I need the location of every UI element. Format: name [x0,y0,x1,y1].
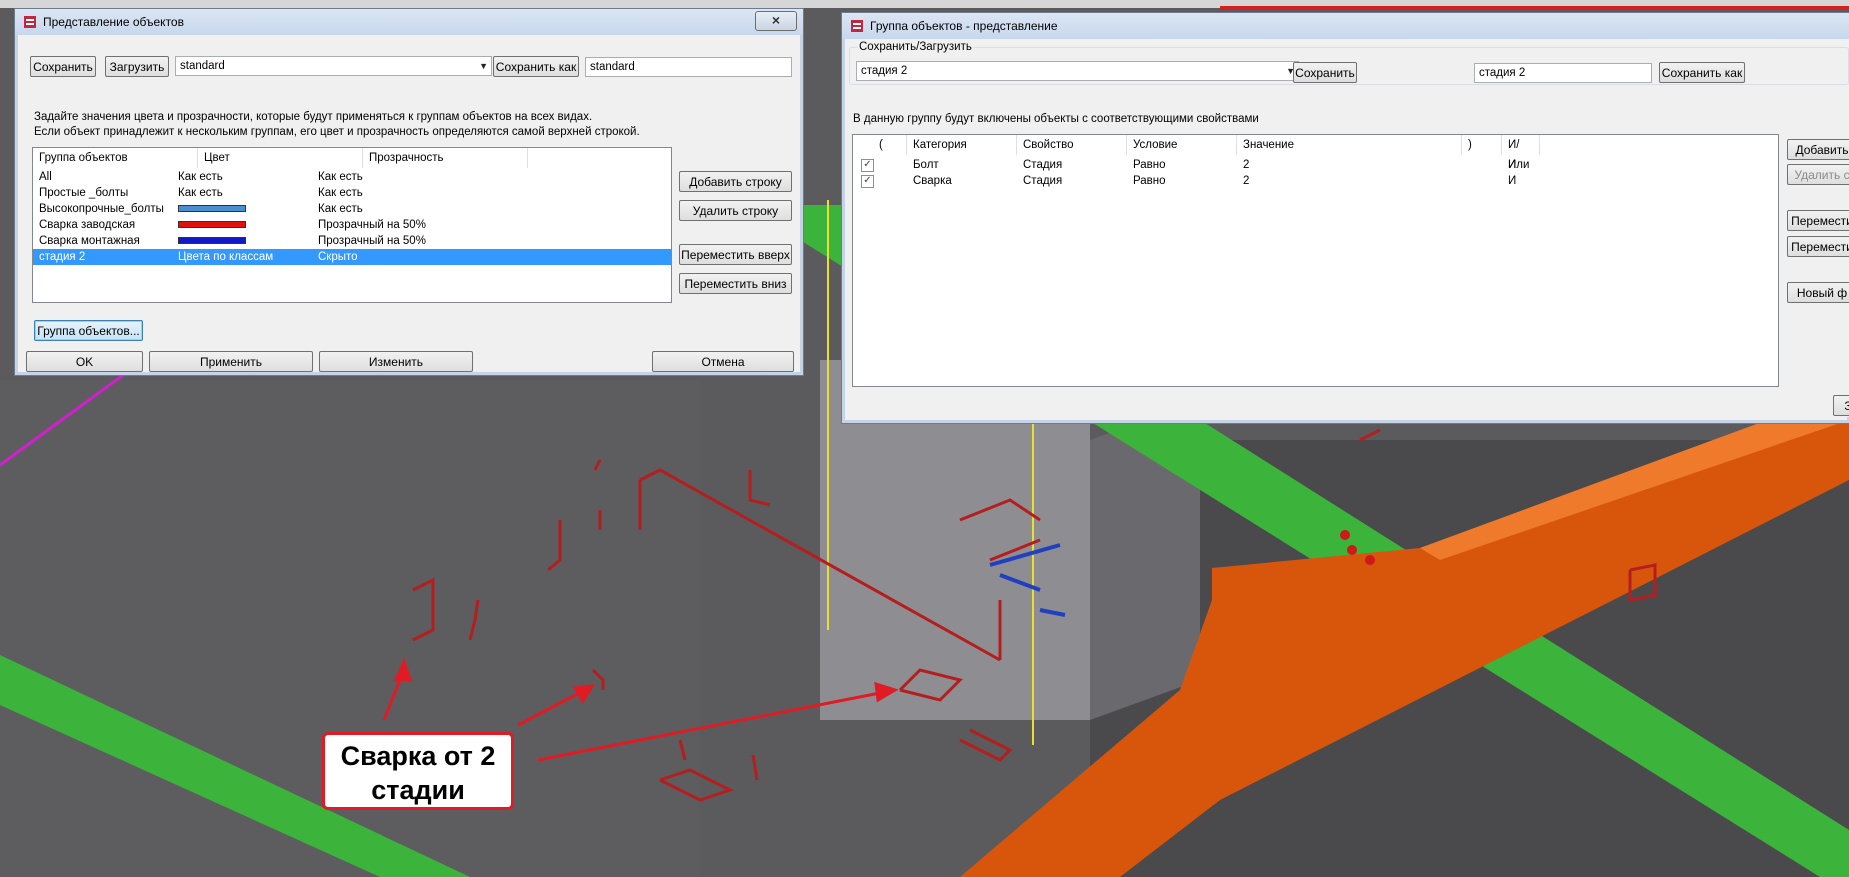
cancel-button[interactable]: Отмена [652,351,794,372]
table-row[interactable]: Сварка монтажная Прозрачный на 50% [33,233,671,249]
save-as-button[interactable]: Сохранить как [493,56,579,77]
color-cell [178,217,338,233]
row-checkbox[interactable]: ✓ [861,159,874,172]
andor-cell: И [1508,159,1517,171]
color-cell: Как есть [178,171,223,183]
move-down-button[interactable]: Перемести [1787,236,1849,257]
modify-button[interactable]: Изменить [319,351,473,372]
transparency-cell: Скрыто [318,251,358,263]
load-button[interactable]: Загрузить [105,56,169,77]
category-cell: Сварка [913,175,952,187]
object-group-button[interactable]: Группа объектов... [34,320,143,341]
description-line-1: Задайте значения цвета и прозрачности, к… [34,111,593,123]
callout-line-2: стадии [371,775,465,805]
description-line-2: Если объект принадлежит к нескольким гру… [34,126,640,138]
group-name-cell: Сварка монтажная [39,235,140,247]
category-cell: Болт [913,159,939,171]
table-row[interactable]: ✓ Сварка Стадия Равно 2 И [853,173,1778,189]
add-condition-button[interactable]: Добавить [1787,139,1849,160]
group-name-cell: Высокопрочные_болты [39,203,164,215]
filter-description: В данную группу будут включены объекты с… [853,113,1259,125]
condition-cell: Равно [1133,175,1166,187]
load-preset-select[interactable]: стадия 2 ▼ [856,61,1299,81]
ok-button[interactable]: OK [26,351,143,372]
row-checkbox[interactable]: ✓ [861,175,874,188]
load-preset-value: standard [180,60,225,72]
save-as-button[interactable]: Сохранить как [1659,62,1745,83]
load-preset-value: стадия 2 [861,65,908,77]
filter-conditions-table[interactable]: ( Категория Свойство Условие Значение ) … [852,134,1779,387]
table-row[interactable]: Простые _болты Как есть Как есть [33,185,671,201]
column-header-close-paren[interactable]: ) [1462,135,1502,155]
save-button[interactable]: Сохранить [30,56,96,77]
color-cell [178,233,338,249]
property-cell: Стадия [1023,175,1063,187]
condition-cell: Равно [1133,159,1166,171]
column-header-empty [528,148,671,168]
property-cell: Стадия [1023,159,1063,171]
group-name-cell: стадия 2 [39,251,86,263]
move-up-button[interactable]: Переместить вверх [679,244,792,265]
save-button[interactable]: Сохранить [1293,62,1357,83]
object-representation-dialog: Представление объектов × Сохранить Загру… [14,8,804,376]
table-row[interactable]: стадия 2 Цвета по классам Скрыто [33,249,671,265]
save-load-groupbox-label: Сохранить/Загрузить [857,41,974,53]
andor-cell: И [1508,175,1517,187]
close-button[interactable]: З [1833,395,1849,416]
chevron-down-icon: ▼ [479,61,488,71]
column-header-open-paren[interactable]: ( [853,135,907,155]
save-as-name-input[interactable]: стадия 2 [1474,63,1652,83]
save-as-name-input[interactable]: standard [585,57,792,77]
transparency-cell: Прозрачный на 50% [318,219,426,231]
column-header-transparency[interactable]: Прозрачность [363,148,528,168]
table-row[interactable]: ✓ Болт Стадия Равно 2 И [853,157,1778,173]
color-cell: Цвета по классам [178,251,274,263]
table-row[interactable]: Сварка заводская Прозрачный на 50% [33,217,671,233]
delete-condition-button[interactable]: Удалить с [1787,164,1849,185]
add-row-button[interactable]: Добавить строку [679,171,792,192]
color-cell [178,201,338,217]
color-cell: Как есть [178,187,223,199]
transparency-cell: Прозрачный на 50% [318,235,426,247]
group-name-cell: Сварка заводская [39,219,136,231]
new-filter-button[interactable]: Новый ф [1787,282,1849,303]
group-name-cell: All [39,171,52,183]
dialog-title: Представление объектов [43,15,184,29]
dialog-title: Группа объектов - представление [870,19,1058,33]
title-bar[interactable]: Группа объектов - представление [842,13,1849,39]
table-row[interactable]: Высокопрочные_болты Как есть [33,201,671,217]
object-groups-table[interactable]: Группа объектов Цвет Прозрачность All Как… [32,147,672,303]
close-icon[interactable]: × [755,11,797,31]
color-swatch [178,221,246,228]
color-swatch [178,205,246,212]
load-preset-select[interactable]: standard ▼ [175,56,492,76]
column-header-condition[interactable]: Условие [1127,135,1237,155]
app-icon [24,16,36,28]
column-header-category[interactable]: Категория [907,135,1017,155]
move-down-button[interactable]: Переместить вниз [679,273,792,294]
transparency-cell: Как есть [318,203,363,215]
column-header-and-or[interactable]: И/Или [1502,135,1540,171]
object-group-representation-dialog: Группа объектов - представление Сохранит… [841,12,1849,424]
table-row[interactable]: All Как есть Как есть [33,169,671,185]
callout-line-1: Сварка от 2 [340,741,496,771]
app-icon [851,20,863,32]
apply-button[interactable]: Применить [149,351,313,372]
move-up-button[interactable]: Перемести [1787,210,1849,231]
column-header-property[interactable]: Свойство [1017,135,1127,155]
transparency-cell: Как есть [318,187,363,199]
column-header-color[interactable]: Цвет [198,148,363,168]
group-name-cell: Простые _болты [39,187,129,199]
delete-row-button[interactable]: Удалить строку [679,200,792,221]
annotation-callout: Сварка от 2 стадии [322,732,514,810]
column-header-group[interactable]: Группа объектов [33,148,198,168]
color-swatch [178,237,246,244]
transparency-cell: Как есть [318,171,363,183]
title-bar[interactable]: Представление объектов × [15,9,803,35]
value-cell: 2 [1243,175,1250,187]
column-header-value[interactable]: Значение [1237,135,1462,155]
value-cell: 2 [1243,159,1250,171]
